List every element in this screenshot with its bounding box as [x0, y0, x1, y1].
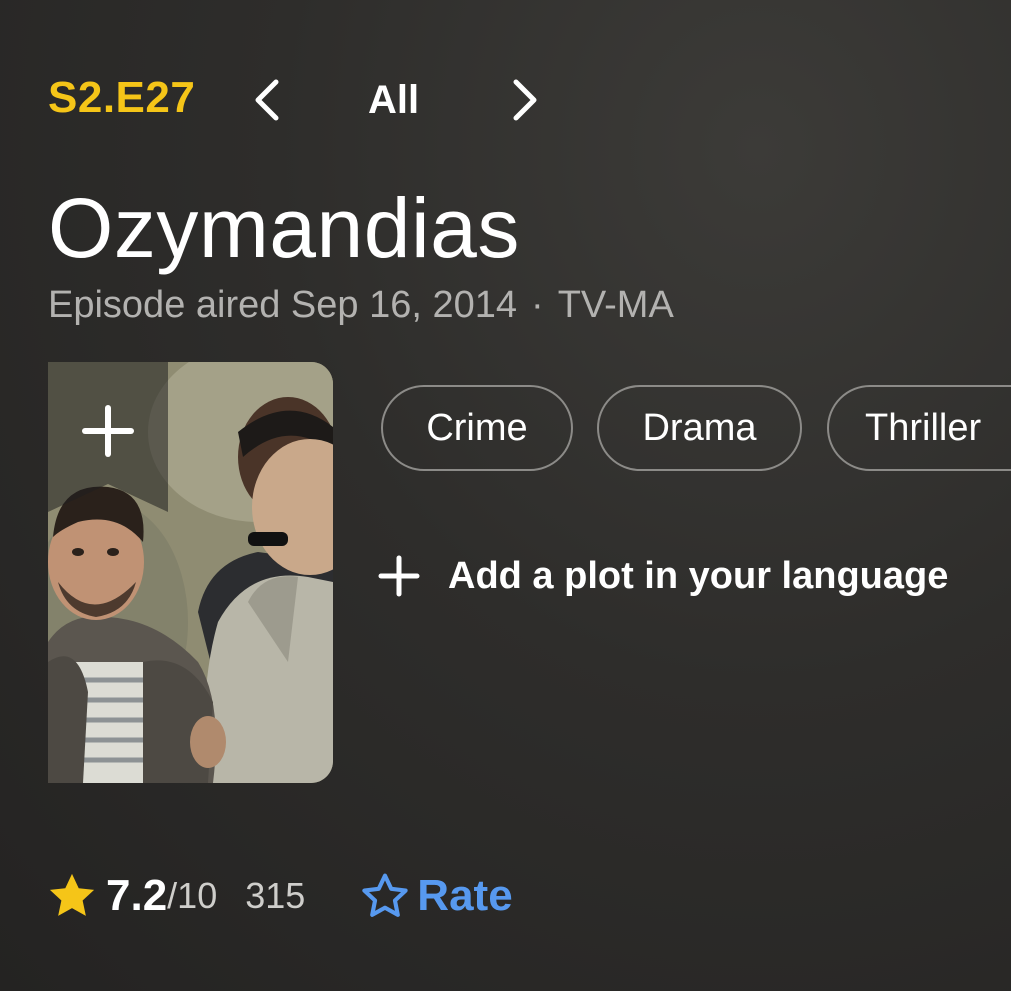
episode-code: S2.E27 [48, 73, 196, 122]
episode-meta: Episode aired Sep 16, 2014 · TV-MA [48, 282, 674, 328]
star-filled-icon [49, 873, 95, 916]
plus-icon [378, 555, 420, 597]
chevron-left-icon [255, 79, 279, 121]
vote-count: 315 [245, 875, 306, 916]
watchlist-ribbon-icon [48, 362, 168, 512]
rating-row: 7.2 /10 315 Rate [46, 866, 513, 926]
genre-chip-drama[interactable]: Drama [597, 385, 802, 471]
previous-episode-button[interactable] [248, 74, 288, 126]
next-episode-button[interactable] [504, 74, 544, 126]
air-date: Episode aired Sep 16, 2014 [48, 284, 518, 326]
all-episodes-button[interactable]: All [368, 74, 419, 126]
rating-max: /10 [167, 875, 218, 916]
rate-label: Rate [417, 871, 513, 920]
add-to-watchlist-button[interactable] [48, 362, 168, 512]
meta-separator: · [531, 284, 544, 326]
certificate-rating: TV-MA [557, 284, 674, 326]
add-plot-label: Add a plot in your language [448, 554, 949, 597]
episode-title: Ozymandias [48, 181, 520, 275]
genre-chip-thriller[interactable]: Thriller [827, 385, 1011, 471]
genre-chip-crime[interactable]: Crime [381, 385, 573, 471]
rating-value: 7.2 [106, 871, 168, 920]
chevron-right-icon [513, 79, 537, 121]
add-plot-button[interactable]: Add a plot in your language [378, 550, 948, 602]
rate-button[interactable]: Rate [359, 870, 513, 922]
star-outline-icon [362, 873, 408, 917]
